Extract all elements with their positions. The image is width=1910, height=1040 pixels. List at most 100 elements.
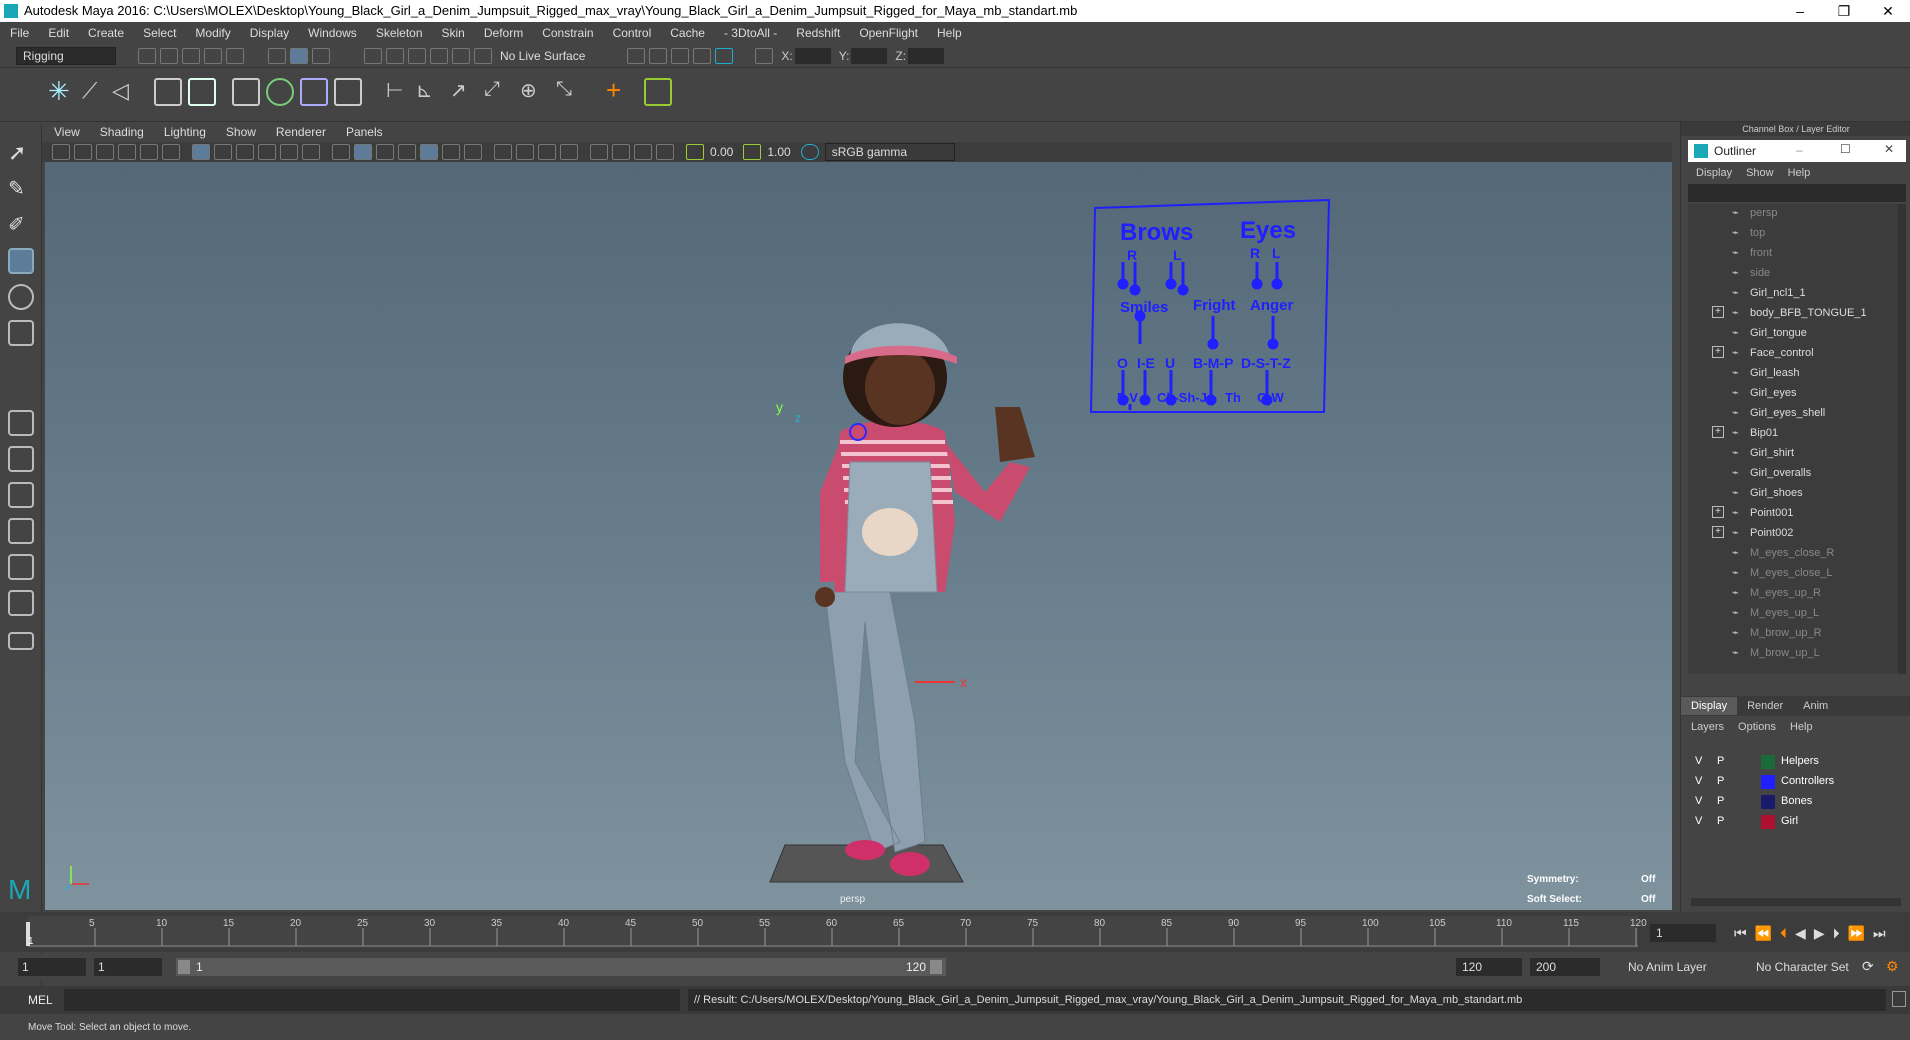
go-to-start-icon[interactable]: ⏮ — [1734, 925, 1747, 942]
new-scene-icon[interactable] — [138, 47, 156, 64]
panel-menu-renderer[interactable]: Renderer — [276, 125, 326, 139]
xray-active-icon[interactable] — [634, 144, 652, 160]
menu-select[interactable]: Select — [143, 26, 176, 40]
range-start-handle[interactable] — [178, 960, 190, 974]
outliner-search-field[interactable] — [1688, 184, 1906, 202]
expand-icon[interactable]: + — [1712, 506, 1724, 518]
mel-label[interactable]: MEL — [28, 993, 53, 1007]
auto-key-icon[interactable]: ⟳ — [1862, 958, 1874, 975]
select-object-icon[interactable] — [290, 47, 308, 64]
layer-row[interactable]: V P Girl — [1691, 812, 1901, 832]
move-tool-icon[interactable] — [8, 248, 34, 274]
outliner-menu-show[interactable]: Show — [1746, 167, 1774, 179]
color-space-dropdown[interactable]: sRGB gamma — [824, 143, 955, 161]
current-frame-field[interactable]: 1 — [1650, 924, 1716, 942]
tab-display[interactable]: Display — [1681, 697, 1738, 715]
menu-control[interactable]: Control — [613, 26, 652, 40]
tab-render[interactable]: Render — [1737, 697, 1793, 715]
ipr-render-icon[interactable] — [649, 47, 668, 64]
menu-openflight[interactable]: OpenFlight — [859, 26, 918, 40]
outliner-tree[interactable]: ⌁ persp ⌁ top ⌁ front ⌁ side ⌁ Girl_ncl1_1 + ⌁ body_… — [1688, 204, 1898, 674]
expand-icon[interactable]: + — [1712, 526, 1724, 538]
paint-weights-icon[interactable] — [300, 78, 328, 106]
field-chart-icon[interactable] — [280, 144, 298, 160]
layer-color-swatch[interactable] — [1761, 755, 1775, 769]
layout-single-icon[interactable] — [8, 410, 34, 436]
grid-icon[interactable] — [192, 144, 210, 160]
mode-dropdown[interactable]: Rigging — [16, 46, 116, 65]
shade-wire-icon[interactable] — [376, 144, 394, 160]
outliner-menu-display[interactable]: Display — [1696, 167, 1732, 179]
select-hierarchy-icon[interactable] — [268, 47, 286, 64]
exposure-value[interactable]: 0.00 — [710, 145, 733, 159]
ik-spline-icon[interactable]: ◁ — [112, 78, 140, 106]
xray-joints-icon[interactable] — [612, 144, 630, 160]
lights-icon[interactable] — [442, 144, 460, 160]
open-scene-icon[interactable] — [160, 47, 178, 64]
layout-two-icon[interactable] — [8, 482, 34, 508]
go-to-end-icon[interactable]: ⏭ — [1873, 925, 1886, 942]
bind-skin-icon[interactable] — [232, 78, 260, 106]
layer-color-swatch[interactable] — [1761, 795, 1775, 809]
anim-layer-dropdown[interactable]: No Anim Layer — [1622, 958, 1742, 976]
step-back-key-icon[interactable]: ⏪ — [1755, 925, 1772, 942]
panel-menu-show[interactable]: Show — [226, 125, 256, 139]
layer-playback-toggle[interactable]: P — [1717, 775, 1724, 787]
menu-redshift[interactable]: Redshift — [796, 26, 840, 40]
select-tool-icon[interactable]: ➚ — [8, 140, 34, 166]
hypershade-icon[interactable] — [693, 47, 712, 64]
menu-modify[interactable]: Modify — [195, 26, 230, 40]
restore-button[interactable]: ❐ — [1822, 0, 1866, 22]
close-button[interactable]: ✕ — [1866, 0, 1910, 22]
range-bar[interactable]: 1 120 — [176, 958, 946, 976]
layer-playback-toggle[interactable]: P — [1717, 815, 1724, 827]
save-scene-icon[interactable] — [182, 47, 200, 64]
scale-tool-icon[interactable] — [8, 320, 34, 346]
render-view-icon[interactable] — [715, 47, 734, 64]
menu-skin[interactable]: Skin — [442, 26, 465, 40]
panel-menu-shading[interactable]: Shading — [100, 125, 144, 139]
gate-mask-icon[interactable] — [258, 144, 276, 160]
expand-icon[interactable]: + — [1712, 306, 1724, 318]
layer-playback-toggle[interactable]: P — [1717, 755, 1724, 767]
layer-scrollbar[interactable] — [1691, 898, 1901, 906]
menu-constrain[interactable]: Constrain — [542, 26, 593, 40]
smooth-shade-icon[interactable] — [354, 144, 372, 160]
tab-anim[interactable]: Anim — [1793, 697, 1838, 715]
menu-deform[interactable]: Deform — [484, 26, 523, 40]
layout-outliner-icon[interactable] — [8, 518, 34, 544]
layer-visibility-toggle[interactable]: V — [1695, 775, 1702, 787]
outliner-scrollbar[interactable] — [1898, 204, 1906, 674]
menu-windows[interactable]: Windows — [308, 26, 357, 40]
step-forward-frame-icon[interactable]: ⏵ — [1833, 925, 1840, 942]
nonlinear-icon[interactable]: ⤡ — [556, 78, 584, 106]
gamma-icon[interactable] — [743, 144, 762, 160]
xray-icon[interactable] — [398, 144, 416, 160]
wire-icon[interactable]: ⊾ — [416, 78, 444, 106]
layer-visibility-toggle[interactable]: V — [1695, 755, 1702, 767]
viewport-persp[interactable]: y z x Brows Eyes R L R L Smiles Fright A… — [45, 162, 1672, 910]
snap-plane-icon[interactable] — [430, 47, 448, 64]
end-time-field[interactable]: 120 — [1456, 958, 1522, 976]
layer-menu-help[interactable]: Help — [1790, 721, 1813, 733]
textured-icon[interactable] — [420, 144, 438, 160]
layout-four-icon[interactable] — [8, 446, 34, 472]
wrap-icon[interactable]: ↗ — [450, 78, 478, 106]
gamma-value[interactable]: 1.00 — [767, 145, 790, 159]
z-field[interactable] — [908, 47, 945, 64]
anim-start-field[interactable]: 1 — [94, 958, 162, 976]
exposure-icon[interactable] — [686, 144, 704, 160]
cluster-icon[interactable]: ⊢ — [386, 78, 414, 106]
redo-icon[interactable] — [226, 47, 244, 64]
camera-select-icon[interactable] — [52, 144, 70, 160]
film-gate-icon[interactable] — [214, 144, 232, 160]
grease-pencil-icon[interactable] — [162, 144, 180, 160]
layer-playback-toggle[interactable]: P — [1717, 795, 1724, 807]
ik-handle-icon[interactable]: ⟋ — [82, 78, 110, 106]
layer-color-swatch[interactable] — [1761, 775, 1775, 789]
snap-grid-icon[interactable] — [364, 47, 382, 64]
outliner-menu-help[interactable]: Help — [1788, 167, 1811, 179]
face-control-board[interactable]: Brows Eyes R L R L Smiles Fright Anger O… — [1089, 198, 1331, 413]
rotate-tool-icon[interactable] — [8, 284, 34, 310]
live-surface-label[interactable]: No Live Surface — [500, 49, 585, 63]
